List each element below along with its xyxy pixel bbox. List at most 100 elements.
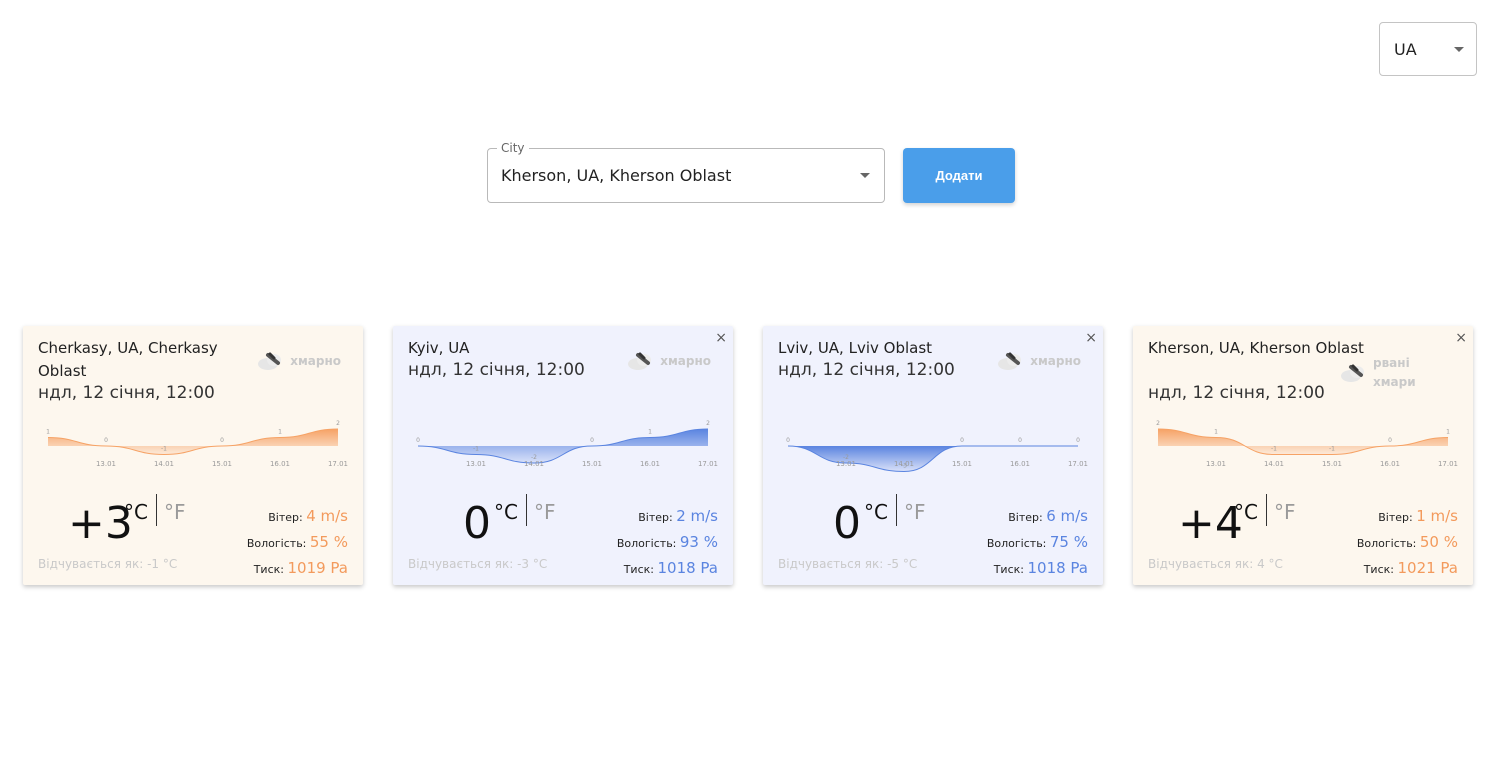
chart-x-tick: 17.01	[328, 460, 348, 468]
chart-point-label: -1	[161, 446, 167, 453]
temperature-chart: 0-113.01-214.01015.01116.01217.01	[416, 420, 718, 468]
weather-metrics: Вітер: 6 m/s Вологість: 75 % Тиск: 1018 Pa	[987, 504, 1088, 582]
weather-description: хмарно	[290, 353, 341, 368]
pressure-label: Тиск:	[993, 563, 1024, 576]
card-city-name: Kyiv, UA	[408, 339, 470, 357]
language-select-value: UA	[1394, 39, 1417, 59]
unit-divider	[1266, 494, 1267, 526]
chart-x-tick: 17.01	[1068, 460, 1088, 468]
city-field-label: City	[497, 140, 529, 156]
wind-label: Вітер:	[1008, 511, 1043, 524]
fahrenheit-toggle[interactable]: °F	[904, 500, 926, 524]
fahrenheit-toggle[interactable]: °F	[164, 500, 186, 524]
feels-like: Відчувається як: 4 °C	[1148, 557, 1283, 571]
add-city-button[interactable]: Додати	[903, 148, 1015, 203]
wind-value: 1 m/s	[1416, 507, 1458, 525]
celsius-toggle[interactable]: °C	[494, 500, 518, 524]
chart-x-tick: 17.01	[1438, 460, 1458, 468]
humidity-value: 50 %	[1419, 533, 1458, 551]
weather-metrics: Вітер: 4 m/s Вологість: 55 % Тиск: 1019 Pa	[247, 504, 348, 582]
temperature-value: 0	[463, 498, 491, 549]
chart-point-label: 0	[416, 437, 420, 444]
chart-point-label: -1	[1271, 446, 1277, 453]
weather-card: × Lviv, UA, Lviv Oblast ндл, 12 січня, 12:…	[763, 326, 1103, 585]
unit-divider	[526, 494, 527, 526]
weather-description: рвані хмари	[1373, 356, 1416, 389]
chart-point-label: 0	[960, 437, 964, 444]
card-city-name: Lviv, UA, Lviv Oblast	[778, 339, 933, 357]
celsius-toggle[interactable]: °C	[1234, 500, 1258, 524]
chart-point-label: 1	[1446, 429, 1450, 436]
wind-metric: Вітер: 1 m/s	[1357, 504, 1458, 530]
fahrenheit-toggle[interactable]: °F	[1274, 500, 1296, 524]
chart-point-label: 1	[46, 429, 50, 436]
chart-point-label: 1	[1214, 429, 1218, 436]
humidity-value: 75 %	[1049, 533, 1088, 551]
temperature-chart: 0-213.01 -314.01015.01016.01017.01	[786, 437, 1088, 473]
chart-point-label: 0	[1388, 437, 1392, 444]
celsius-toggle[interactable]: °C	[124, 500, 148, 524]
chart-point-label: 0	[786, 437, 790, 444]
feels-like: Відчувається як: -3 °C	[408, 557, 548, 571]
temperature-chart: 1 0 13.01 -1 14.01 0 15.01 1 16.01 2 17.01	[46, 420, 348, 468]
city-autocomplete[interactable]: City Kherson, UA, Kherson Oblast	[487, 140, 885, 203]
humidity-metric: Вологість: 75 %	[987, 530, 1088, 556]
weather-metrics: Вітер: 2 m/s Вологість: 93 % Тиск: 1018 Pa	[617, 504, 718, 582]
chevron-down-icon	[1454, 46, 1464, 52]
pressure-metric: Тиск: 1019 Pa	[247, 556, 348, 582]
unit-divider	[896, 494, 897, 526]
card-date: ндл, 12 січня, 12:00	[1148, 383, 1325, 403]
chart-point-label: -1	[1329, 446, 1335, 453]
chart-x-tick: 16.01	[1380, 460, 1400, 468]
wind-label: Вітер:	[1378, 511, 1413, 524]
language-select[interactable]: UA	[1379, 22, 1477, 76]
humidity-label: Вологість:	[616, 537, 677, 550]
wind-value: 6 m/s	[1046, 507, 1088, 525]
cloud-icon	[628, 352, 652, 370]
chart-x-tick: 13.01	[1206, 460, 1226, 468]
pressure-value: 1018 Pa	[657, 559, 718, 577]
chart-x-tick: 16.01	[1010, 460, 1030, 468]
close-icon[interactable]: ×	[715, 330, 727, 346]
temperature-block: +3 °C °F	[23, 492, 223, 552]
chart-point-label: 0	[590, 437, 594, 444]
weather-card: Cherkasy, UA, Cherkasy Oblast ндл, 12 січ…	[23, 326, 363, 585]
chart-point-label: 0	[1076, 437, 1080, 444]
chart-x-tick: 14.01	[524, 460, 544, 468]
chart-point-label: 0	[104, 437, 108, 444]
chart-x-tick: 15.01	[952, 460, 972, 468]
chart-x-tick: 15.01	[582, 460, 602, 468]
chart-x-tick: 13.01	[836, 460, 856, 468]
chart-x-tick: 14.01	[1264, 460, 1284, 468]
close-icon[interactable]: ×	[1455, 330, 1467, 346]
humidity-value: 55 %	[309, 533, 348, 551]
chart-x-tick: 14.01	[154, 460, 174, 468]
wind-label: Вітер:	[268, 511, 303, 524]
humidity-value: 93 %	[679, 533, 718, 551]
weather-condition: рвані хмари	[1339, 354, 1416, 392]
humidity-metric: Вологість: 55 %	[247, 530, 348, 556]
close-icon[interactable]: ×	[1085, 330, 1097, 346]
cloud-icon	[258, 352, 282, 370]
chart-x-tick: 17.01	[698, 460, 718, 468]
temperature-value: 0	[833, 498, 861, 549]
wind-metric: Вітер: 4 m/s	[247, 504, 348, 530]
card-date: ндл, 12 січня, 12:00	[38, 383, 215, 403]
city-input[interactable]: Kherson, UA, Kherson Oblast	[501, 166, 731, 185]
chevron-down-icon[interactable]	[860, 173, 870, 178]
temperature-block: 0 °C °F	[763, 492, 963, 552]
chart-point-label: 1	[648, 429, 652, 436]
celsius-toggle[interactable]: °C	[864, 500, 888, 524]
temperature-chart: 2 1 13.01 -1 14.01 -1 15.01 0 16.01 1 17.01	[1156, 420, 1458, 468]
humidity-label: Вологість:	[246, 537, 307, 550]
temperature-block: +4 °C °F	[1133, 492, 1333, 552]
chart-x-tick: 14.01	[894, 460, 914, 468]
humidity-metric: Вологість: 93 %	[617, 530, 718, 556]
card-city-name: Cherkasy, UA, Cherkasy Oblast	[38, 339, 218, 380]
pressure-metric: Тиск: 1018 Pa	[617, 556, 718, 582]
pressure-metric: Тиск: 1021 Pa	[1357, 556, 1458, 582]
card-date: ндл, 12 січня, 12:00	[778, 360, 955, 380]
fahrenheit-toggle[interactable]: °F	[534, 500, 556, 524]
pressure-value: 1019 Pa	[287, 559, 348, 577]
chart-point-label: -1	[473, 446, 479, 453]
